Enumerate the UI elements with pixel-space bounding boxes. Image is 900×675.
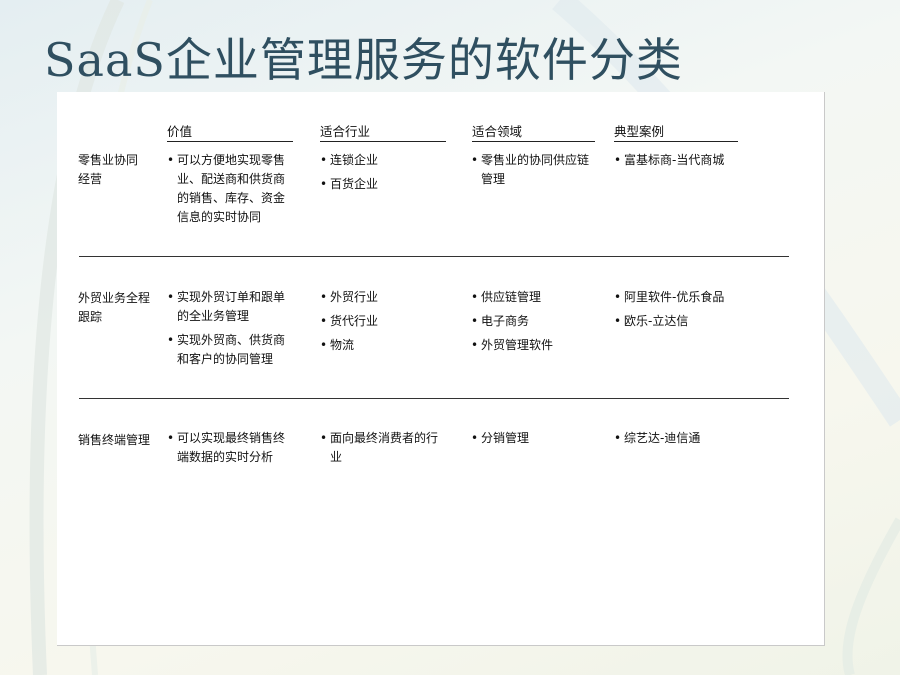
cell-domain: 供应链管理 电子商务 外贸管理软件 bbox=[471, 288, 596, 360]
cell-case: 富基标商-当代商城 bbox=[614, 151, 764, 175]
header-case: 典型案例 bbox=[614, 121, 738, 142]
header-industry: 适合行业 bbox=[320, 121, 446, 142]
cell-domain: 分销管理 bbox=[471, 429, 596, 453]
list-item: 综艺达-迪信通 bbox=[614, 429, 764, 448]
cell-value: 实现外贸订单和跟单的全业务管理 实现外贸商、供货商和客户的协同管理 bbox=[167, 288, 291, 374]
classification-table: 价值 适合行业 适合领域 典型案例 零售业协同经营 可以方便地实现零售业、配送商… bbox=[57, 92, 825, 646]
list-item: 阿里软件-优乐食品 bbox=[614, 288, 764, 307]
list-item: 供应链管理 bbox=[471, 288, 596, 307]
list-item: 实现外贸商、供货商和客户的协同管理 bbox=[167, 331, 291, 369]
cell-industry: 面向最终消费者的行业 bbox=[320, 429, 442, 472]
row-label-pos: 销售终端管理 bbox=[78, 433, 151, 447]
list-item: 外贸行业 bbox=[320, 288, 452, 307]
list-item: 可以实现最终销售终端数据的实时分析 bbox=[167, 429, 289, 467]
row-label-trade: 外贸业务全程跟踪 bbox=[78, 291, 151, 324]
list-item: 电子商务 bbox=[471, 312, 596, 331]
header-domain: 适合领域 bbox=[472, 121, 595, 142]
cell-value: 可以实现最终销售终端数据的实时分析 bbox=[167, 429, 289, 472]
list-item: 零售业的协同供应链管理 bbox=[471, 151, 596, 189]
list-item: 欧乐-立达信 bbox=[614, 312, 764, 331]
row-divider bbox=[79, 256, 789, 257]
list-item: 富基标商-当代商城 bbox=[614, 151, 764, 170]
list-item: 货代行业 bbox=[320, 312, 452, 331]
cell-industry: 外贸行业 货代行业 物流 bbox=[320, 288, 452, 360]
list-item: 物流 bbox=[320, 336, 452, 355]
list-item: 分销管理 bbox=[471, 429, 596, 448]
list-item: 百货企业 bbox=[320, 175, 452, 194]
cell-value: 可以方便地实现零售业、配送商和供货商的销售、库存、资金信息的实时协同 bbox=[167, 151, 289, 232]
header-value: 价值 bbox=[167, 121, 293, 142]
cell-domain: 零售业的协同供应链管理 bbox=[471, 151, 596, 194]
page-title: SaaS企业管理服务的软件分类 bbox=[44, 33, 683, 87]
list-item: 实现外贸订单和跟单的全业务管理 bbox=[167, 288, 291, 326]
list-item: 可以方便地实现零售业、配送商和供货商的销售、库存、资金信息的实时协同 bbox=[167, 151, 289, 227]
list-item: 面向最终消费者的行业 bbox=[320, 429, 442, 467]
cell-case: 阿里软件-优乐食品 欧乐-立达信 bbox=[614, 288, 764, 336]
row-divider bbox=[79, 398, 789, 399]
row-label-retail: 零售业协同经营 bbox=[78, 153, 139, 186]
cell-case: 综艺达-迪信通 bbox=[614, 429, 764, 453]
list-item: 连锁企业 bbox=[320, 151, 452, 170]
list-item: 外贸管理软件 bbox=[471, 336, 596, 355]
cell-industry: 连锁企业 百货企业 bbox=[320, 151, 452, 199]
